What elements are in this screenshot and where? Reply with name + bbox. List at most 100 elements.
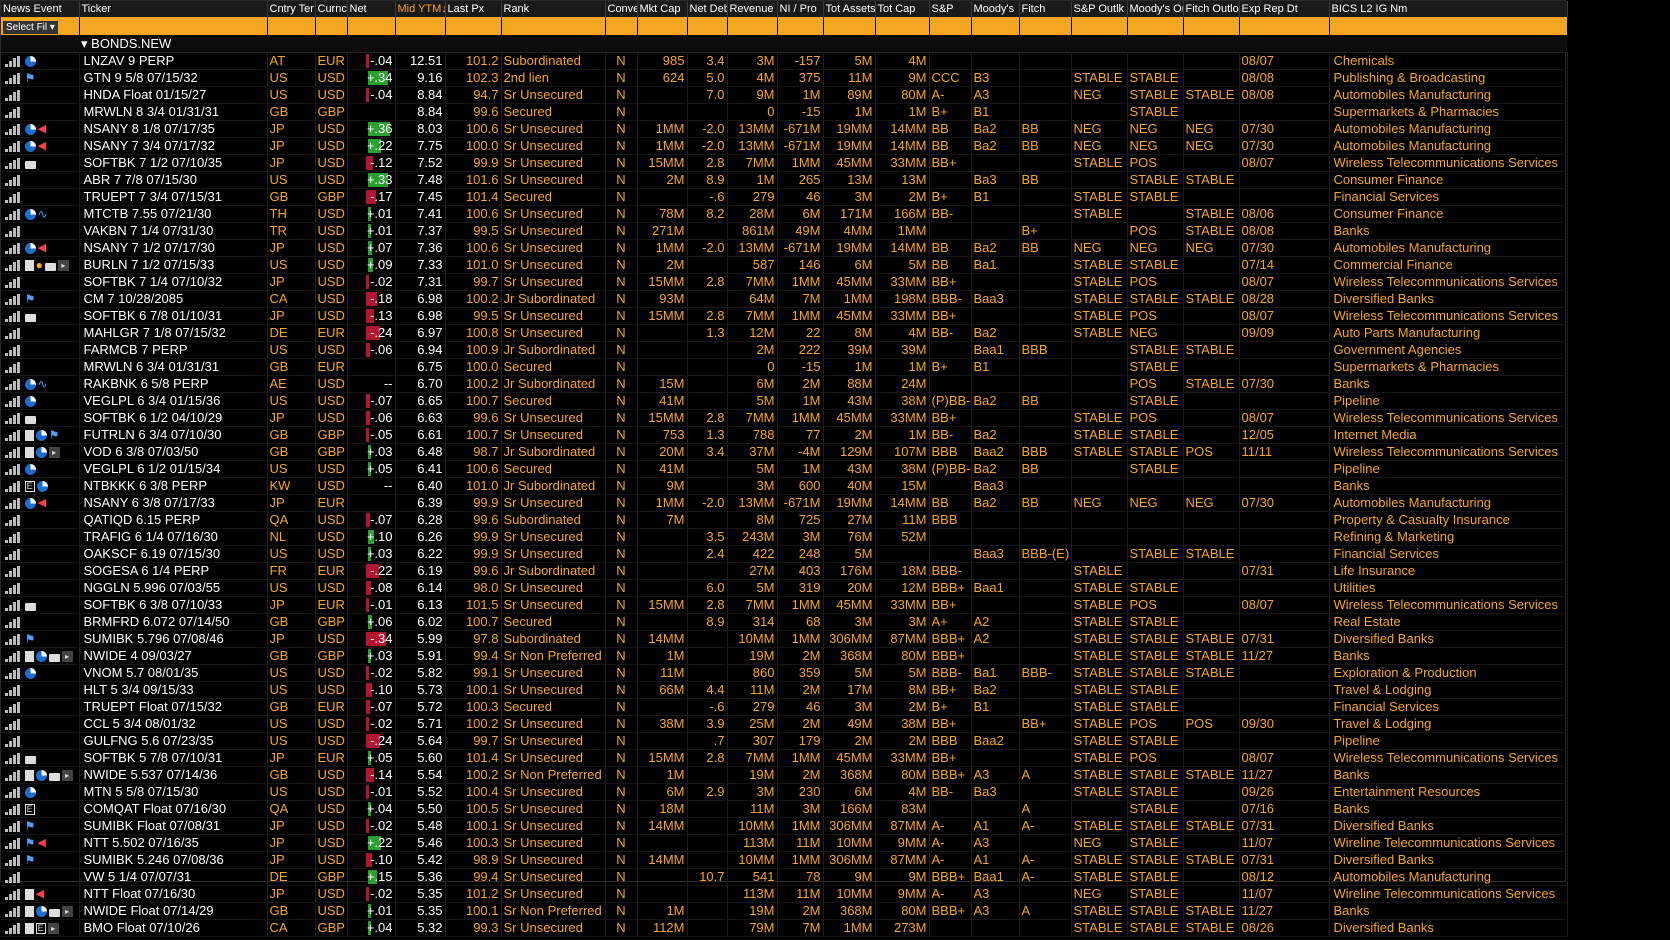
table-row[interactable]: ▸ VOD 6 3/8 07/03/50 GB GBP +.03 6.48 98.7 Jr S… bbox=[1, 443, 1568, 461]
cell-ticker[interactable]: TRUEPT 7 3/4 07/15/31 bbox=[79, 188, 268, 206]
column-header-ni-pro[interactable]: NI / Pro bbox=[777, 1, 824, 17]
cell-ticker[interactable]: MRWLN 8 3/4 01/31/31 bbox=[79, 103, 268, 121]
news-event-cell[interactable]: E bbox=[1, 477, 80, 495]
news-event-cell[interactable] bbox=[1, 307, 80, 325]
table-row[interactable]: ⚑ CM 7 10/28/2085 CA USD -.18 6.98 100.2 Jr Sub… bbox=[1, 290, 1568, 308]
pie-chart-icon[interactable] bbox=[24, 379, 36, 391]
folder-icon[interactable] bbox=[24, 602, 36, 611]
table-row[interactable]: ● ▸ BURLN 7 1/2 07/15/33 US USD +.09 7.33 101.0… bbox=[1, 256, 1568, 274]
news-event-cell[interactable] bbox=[1, 103, 80, 121]
table-row[interactable]: ⚑ SUMIBK Float 07/08/31 JP USD -.02 5.48 100.1… bbox=[1, 817, 1568, 835]
cell-ticker[interactable]: NTBKKK 6 3/8 PERP bbox=[79, 477, 268, 495]
news-event-cell[interactable]: ⚑ bbox=[1, 851, 80, 869]
cell-ticker[interactable]: HLT 5 3/4 09/15/33 bbox=[79, 681, 268, 699]
news-event-cell[interactable] bbox=[1, 358, 80, 376]
column-header-exp-rep-dt[interactable]: Exp Rep Dt bbox=[1239, 1, 1330, 17]
table-row[interactable]: ABR 7 7/8 07/15/30 US USD +.33 7.48 101.6 Sr U… bbox=[1, 171, 1568, 189]
news-event-cell[interactable]: ◀ bbox=[1, 137, 80, 155]
cell-ticker[interactable]: NSANY 7 3/4 07/17/32 bbox=[79, 137, 268, 155]
column-header-curnc[interactable]: Curnc bbox=[315, 1, 348, 17]
megaphone-icon[interactable]: ◀ bbox=[38, 124, 46, 135]
e-news-icon[interactable]: E bbox=[35, 923, 46, 935]
folder-icon[interactable] bbox=[48, 908, 60, 917]
megaphone-icon[interactable]: ◀ bbox=[37, 838, 45, 849]
person-icon[interactable]: ● bbox=[36, 259, 43, 271]
cell-ticker[interactable]: NWIDE 4 09/03/27 bbox=[79, 647, 268, 665]
pie-chart-icon[interactable] bbox=[35, 651, 47, 663]
news-event-cell[interactable]: ▸ bbox=[1, 647, 80, 665]
pie-chart-icon[interactable] bbox=[35, 447, 47, 459]
table-row[interactable]: SOFTBK 6 3/8 07/10/33 JP EUR -.01 6.13 101.5 S… bbox=[1, 596, 1568, 614]
table-row[interactable]: TRUEPT 7 3/4 07/15/31 GB GBP -.17 7.45 101.4 S… bbox=[1, 188, 1568, 206]
table-row[interactable]: ▸ NWIDE 4 09/03/27 GB GBP +.03 5.91 99.4 Sr Non… bbox=[1, 647, 1568, 665]
group-row[interactable]: ▾ BONDS.NEW bbox=[1, 35, 1567, 53]
table-row[interactable]: OAKSCF 6.19 07/15/30 US USD +.03 6.22 99.9 Sr … bbox=[1, 545, 1568, 563]
cell-ticker[interactable]: BMO Float 07/10/26 bbox=[79, 919, 268, 937]
pie-chart-icon[interactable] bbox=[24, 498, 36, 510]
column-header-tot-assets[interactable]: Tot Assets bbox=[823, 1, 876, 17]
table-row[interactable]: ⚑ SUMIBK 5.796 07/08/46 JP USD -.34 5.99 97.8 S… bbox=[1, 630, 1568, 648]
pie-chart-icon[interactable] bbox=[35, 906, 47, 918]
column-header-conve[interactable]: Conve bbox=[605, 1, 638, 17]
table-row[interactable]: VW 5 1/4 07/07/31 DE GBP +.15 5.36 99.4 Sr Uns… bbox=[1, 868, 1568, 886]
table-row[interactable]: ◀ NSANY 7 3/4 07/17/32 JP USD +.22 7.75 100.0 S… bbox=[1, 137, 1568, 155]
table-row[interactable]: ⚑ FUTRLN 6 3/4 07/10/30 GB GBP -.05 6.61 100.7… bbox=[1, 426, 1568, 444]
cell-ticker[interactable]: SOFTBK 7 1/2 07/10/35 bbox=[79, 154, 268, 172]
folder-icon[interactable] bbox=[24, 313, 36, 322]
table-row[interactable]: ▸ NWIDE Float 07/14/29 GB USD +.01 5.35 100.1 S… bbox=[1, 902, 1568, 920]
table-row[interactable]: SOFTBK 5 7/8 07/10/31 JP EUR +.05 5.60 101.4 S… bbox=[1, 749, 1568, 767]
table-row[interactable]: MRWLN 6 3/4 01/31/31 GB EUR 6.75 100.0 Secure… bbox=[1, 358, 1568, 376]
pie-chart-icon[interactable] bbox=[24, 141, 36, 153]
table-row[interactable]: GULFNG 5.6 07/23/35 US USD -.24 5.64 99.7 Sr U… bbox=[1, 732, 1568, 750]
folder-icon[interactable] bbox=[24, 755, 36, 764]
table-row[interactable]: VAKBN 7 1/4 07/31/30 TR USD +.01 7.37 99.5 Sr … bbox=[1, 222, 1568, 240]
news-event-cell[interactable] bbox=[1, 52, 80, 70]
table-row[interactable]: LNZAV 9 PERP AT EUR -.04 12.51 101.2 Subordina… bbox=[1, 52, 1568, 70]
flag-icon[interactable]: ⚑ bbox=[25, 854, 36, 866]
cell-ticker[interactable]: VNOM 5.7 08/01/35 bbox=[79, 664, 268, 682]
document-icon[interactable] bbox=[24, 447, 34, 459]
column-header-fitch[interactable]: Fitch bbox=[1019, 1, 1072, 17]
flag-icon[interactable]: ⚑ bbox=[25, 837, 36, 849]
news-event-cell[interactable] bbox=[1, 460, 80, 478]
cell-ticker[interactable]: BURLN 7 1/2 07/15/33 bbox=[79, 256, 268, 274]
flag-icon[interactable]: ⚑ bbox=[25, 72, 36, 84]
column-header-mid-ytm[interactable]: Mid YTM↓ bbox=[395, 1, 446, 17]
column-header-cntry-ter[interactable]: Cntry Ter bbox=[267, 1, 316, 17]
table-row[interactable]: HLT 5 3/4 09/15/33 US USD -.10 5.73 100.1 Sr U… bbox=[1, 681, 1568, 699]
cell-ticker[interactable]: NTT 5.502 07/16/35 bbox=[79, 834, 268, 852]
cell-ticker[interactable]: NSANY 7 1/2 07/17/30 bbox=[79, 239, 268, 257]
folder-icon[interactable] bbox=[48, 772, 60, 781]
more-arrow-icon[interactable]: ▸ bbox=[57, 260, 69, 272]
cell-ticker[interactable]: SOFTBK 7 1/4 07/10/32 bbox=[79, 273, 268, 291]
news-event-cell[interactable]: ● ▸ bbox=[1, 256, 80, 274]
more-arrow-icon[interactable]: ▸ bbox=[48, 447, 60, 459]
cell-ticker[interactable]: COMQAT Float 07/16/30 bbox=[79, 800, 268, 818]
cell-ticker[interactable]: MTN 5 5/8 07/15/30 bbox=[79, 783, 268, 801]
cell-ticker[interactable]: SUMIBK Float 07/08/31 bbox=[79, 817, 268, 835]
cell-ticker[interactable]: NWIDE 5.537 07/14/36 bbox=[79, 766, 268, 784]
pie-chart-icon[interactable] bbox=[35, 770, 47, 782]
table-row[interactable]: E NTBKKK 6 3/8 PERP KW USD -- 6.40 101.0 Jr Sub… bbox=[1, 477, 1568, 495]
pie-chart-icon[interactable] bbox=[24, 209, 36, 221]
document-icon[interactable] bbox=[24, 430, 34, 442]
megaphone-icon[interactable]: ◀ bbox=[36, 889, 44, 900]
document-icon[interactable] bbox=[24, 651, 34, 663]
table-row[interactable]: VNOM 5.7 08/01/35 US USD -.02 5.82 99.1 Sr Uns… bbox=[1, 664, 1568, 682]
cell-ticker[interactable]: FARMCB 7 PERP bbox=[79, 341, 268, 359]
column-header-news-event[interactable]: News Event bbox=[1, 1, 80, 17]
news-event-cell[interactable] bbox=[1, 562, 80, 580]
news-event-cell[interactable]: ▸ bbox=[1, 902, 80, 920]
column-header-bics-l2-ig-nm[interactable]: BICS L2 IG Nm bbox=[1329, 1, 1568, 17]
news-event-cell[interactable] bbox=[1, 324, 80, 342]
column-header-tot-cap[interactable]: Tot Cap bbox=[875, 1, 930, 17]
cell-ticker[interactable]: LNZAV 9 PERP bbox=[79, 52, 268, 70]
folder-icon[interactable] bbox=[24, 160, 36, 169]
news-event-cell[interactable] bbox=[1, 545, 80, 563]
cell-ticker[interactable]: VEGLPL 6 1/2 01/15/34 bbox=[79, 460, 268, 478]
cell-ticker[interactable]: ABR 7 7/8 07/15/30 bbox=[79, 171, 268, 189]
news-event-cell[interactable] bbox=[1, 596, 80, 614]
table-row[interactable]: QATIQD 6.15 PERP QA USD -.07 6.28 99.6 Subordi… bbox=[1, 511, 1568, 529]
table-row[interactable]: MTN 5 5/8 07/15/30 US USD -.01 5.52 100.4 Sr U… bbox=[1, 783, 1568, 801]
cell-ticker[interactable]: SOFTBK 6 1/2 04/10/29 bbox=[79, 409, 268, 427]
